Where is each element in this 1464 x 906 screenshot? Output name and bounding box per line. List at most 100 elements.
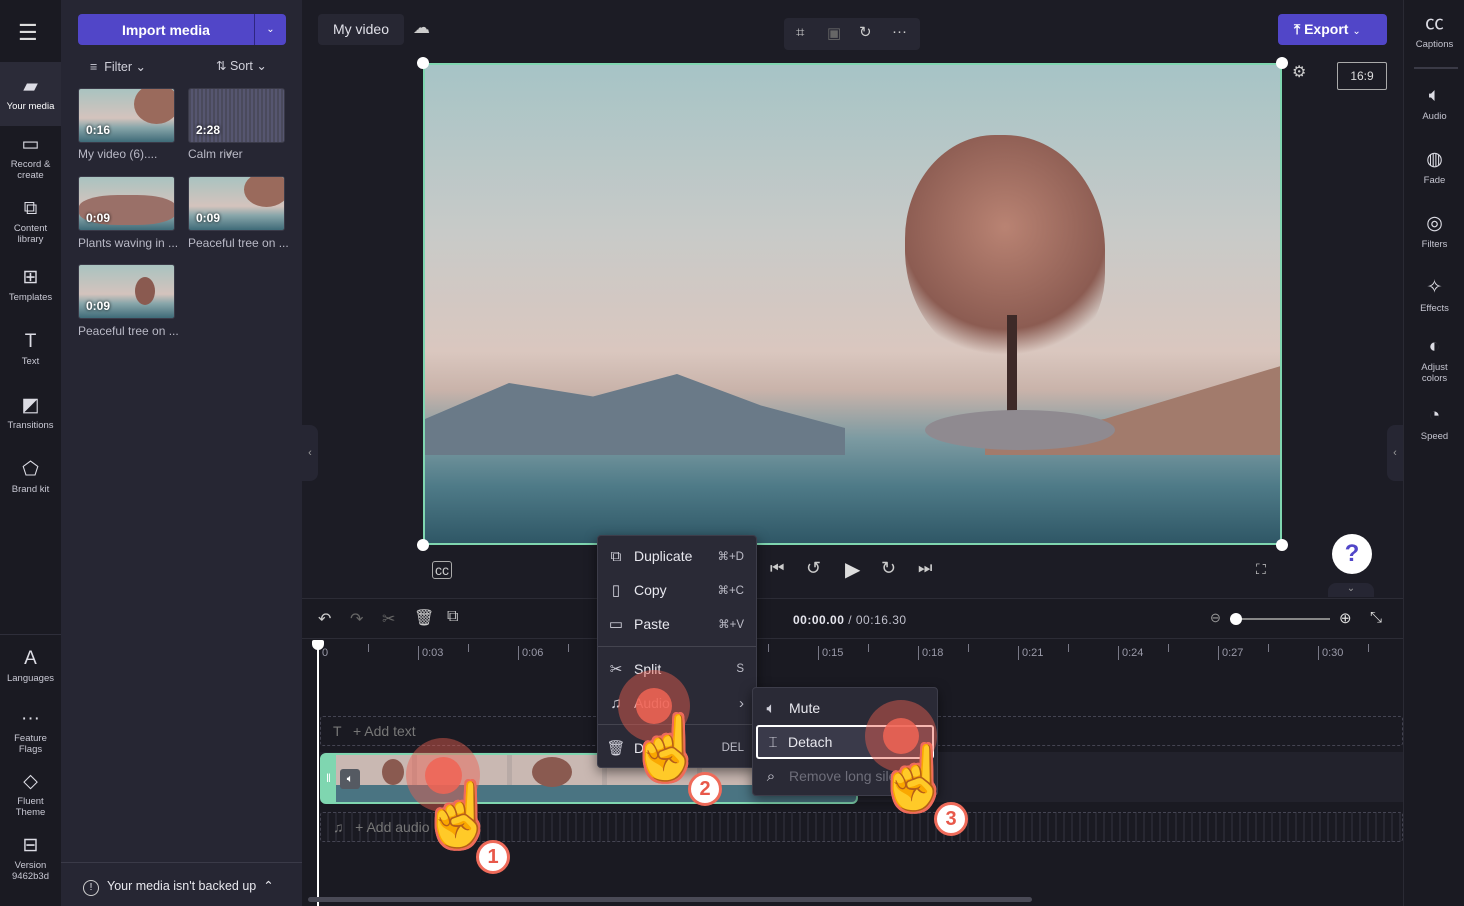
collapse-timeline-handle[interactable]: ⌄ (1328, 583, 1374, 597)
help-button[interactable]: ? (1332, 534, 1372, 574)
templates-icon: ⊞ (22, 267, 39, 288)
skip-start-icon[interactable]: ⏮︎ (770, 560, 784, 578)
sort-label: Sort (229, 59, 253, 73)
menu-item-duplicate[interactable]: ⧉ Duplicate ⌘+D (598, 539, 756, 573)
menu-divider (598, 646, 756, 647)
media-thumbnail[interactable]: 0:16 (78, 88, 175, 143)
nav-templates[interactable]: ⊞ Templates (0, 267, 61, 303)
trash-icon[interactable]: 🗑︎ (414, 608, 434, 628)
cloud-sync-icon: ☁ (413, 18, 430, 37)
more-options-icon[interactable]: ··· (892, 23, 907, 40)
skip-end-icon[interactable]: ⏭︎ (918, 560, 932, 578)
duplicate-icon[interactable]: ⧉ (447, 608, 458, 626)
menu-item-copy[interactable]: ▯ Copy ⌘+C (598, 573, 756, 607)
speaker-icon: 🔈︎ (1428, 85, 1441, 106)
media-thumbnail[interactable]: 0:09 (188, 176, 285, 231)
tree-image (532, 757, 572, 787)
ruler-tick-label: 0:27 (1218, 646, 1243, 660)
pointer-hand-icon: ☝ (628, 714, 706, 783)
filter-button[interactable]: ≡ Filter ⌄ (90, 59, 146, 74)
auto-captions-icon[interactable]: cc (432, 561, 452, 579)
effects-button[interactable]: ✧ Effects (1404, 277, 1464, 314)
media-title: Peaceful tree on ... (78, 324, 179, 338)
camera-icon: ▭ (21, 134, 40, 155)
tree-image (905, 135, 1105, 365)
backup-notice[interactable]: ! Your media isn't backed up ⌃ (61, 862, 302, 906)
preview-toolbar: ⌗ ▣ ↻ ··· (784, 18, 920, 50)
clip-drag-handle[interactable]: ‖ (326, 771, 331, 785)
zoom-slider[interactable] (1230, 613, 1330, 625)
timeline-scrollbar[interactable] (308, 897, 1032, 902)
rotate-icon[interactable]: ↻ (859, 23, 872, 41)
media-thumbnail[interactable]: 0:09 (78, 264, 175, 319)
contrast-icon: ◐ (1428, 336, 1441, 357)
export-button[interactable]: ⤒ Export ⌄ (1278, 14, 1387, 45)
nav-languages[interactable]: A Languages (0, 648, 61, 684)
media-thumbnail-audio[interactable]: 2:28 (188, 88, 285, 143)
nav-label: Record & create (10, 159, 51, 181)
menu-item-paste[interactable]: ▭ Paste ⌘+V (598, 607, 756, 641)
aspect-ratio-button[interactable]: 16:9 (1337, 62, 1387, 90)
ruler-tick-label: 0:30 (1318, 646, 1343, 660)
media-title: Plants waving in ... (78, 236, 179, 250)
captions-button[interactable]: ㏄ Captions (1404, 13, 1464, 50)
forward-5-icon[interactable]: ↻ (881, 558, 896, 579)
nav-text[interactable]: T Text (0, 331, 61, 367)
fit-icon[interactable]: ▣ (827, 24, 841, 42)
pointer-hand-icon: ☝ (420, 781, 498, 850)
audio-button[interactable]: 🔈︎ Audio (1404, 85, 1464, 122)
undo-icon[interactable]: ↶ (318, 609, 331, 629)
nav-label: Content library (13, 223, 48, 245)
media-thumbnail[interactable]: 0:09 (78, 176, 175, 231)
ruler-minor-tick (468, 644, 469, 652)
adjust-colors-button[interactable]: ◐ Adjust colors (1404, 336, 1464, 384)
play-icon[interactable]: ▶ (845, 557, 860, 582)
video-preview[interactable] (423, 63, 1282, 545)
nav-label: Languages (6, 673, 55, 684)
nav-fluent-theme[interactable]: ◇ Fluent Theme (0, 771, 61, 818)
filters-button[interactable]: ◎ Filters (1404, 213, 1464, 250)
collapse-media-panel-handle[interactable]: ‹ (302, 425, 318, 481)
nav-content-library[interactable]: ⧉ Content library (0, 198, 61, 245)
hamburger-menu-icon[interactable]: ☰ (18, 20, 38, 46)
preview-settings-gear-icon[interactable]: ⚙ (1292, 62, 1306, 82)
sort-button[interactable]: ⇅ Sort ⌄ (216, 58, 267, 73)
label: Audio (1422, 111, 1447, 122)
resize-handle[interactable] (1276, 57, 1288, 69)
time-display: 00:00.00 / 00:16.30 (793, 613, 907, 627)
ruler-tick-label: 0:03 (418, 646, 443, 660)
speed-button[interactable]: ◔ Speed (1404, 405, 1464, 442)
project-title-input[interactable]: My video (318, 14, 404, 45)
clip-speaker-icon[interactable]: 🔈︎ (340, 769, 360, 789)
media-title: Peaceful tree on ... (188, 236, 289, 250)
crop-icon[interactable]: ⌗ (796, 24, 804, 41)
nav-feature-flags[interactable]: ··· Feature Flags (0, 708, 61, 755)
archive-icon: ⊟ (22, 835, 39, 856)
fade-button[interactable]: ◍ Fade (1404, 149, 1464, 186)
zoom-slider-thumb[interactable] (1230, 613, 1242, 625)
brand-kit-icon: ⬠ (22, 459, 39, 480)
zoom-out-icon[interactable]: ⊖ (1210, 610, 1221, 626)
fit-timeline-icon[interactable]: ⤡ (1370, 609, 1382, 626)
nav-transitions[interactable]: ◩ Transitions (0, 395, 61, 431)
ruler-minor-tick (1168, 644, 1169, 652)
playhead[interactable] (312, 640, 324, 906)
fullscreen-icon[interactable]: ⛶ (1256, 561, 1266, 578)
import-media-button[interactable]: Import media ⌄ (78, 14, 286, 45)
label: Copy (634, 582, 667, 598)
media-title: My video (6).... (78, 147, 158, 161)
resize-handle[interactable] (1276, 539, 1288, 551)
nav-brand-kit[interactable]: ⬠ Brand kit (0, 459, 61, 495)
resize-handle[interactable] (417, 57, 429, 69)
collapse-properties-handle[interactable]: ‹ (1387, 425, 1403, 481)
filters-icon: ◎ (1426, 213, 1443, 234)
text-icon: T (333, 723, 342, 739)
nav-record-create[interactable]: ▭ Record & create (0, 134, 61, 181)
label: Captions (1415, 39, 1454, 50)
resize-handle[interactable] (417, 539, 429, 551)
nav-label: Version 9462b3d (12, 860, 49, 882)
zoom-in-icon[interactable]: ⊕ (1339, 609, 1352, 627)
import-dropdown-chevron-icon[interactable]: ⌄ (254, 14, 286, 45)
nav-your-media[interactable]: ▰ Your media (0, 62, 61, 126)
rewind-5-icon[interactable]: ↺ (806, 558, 821, 579)
